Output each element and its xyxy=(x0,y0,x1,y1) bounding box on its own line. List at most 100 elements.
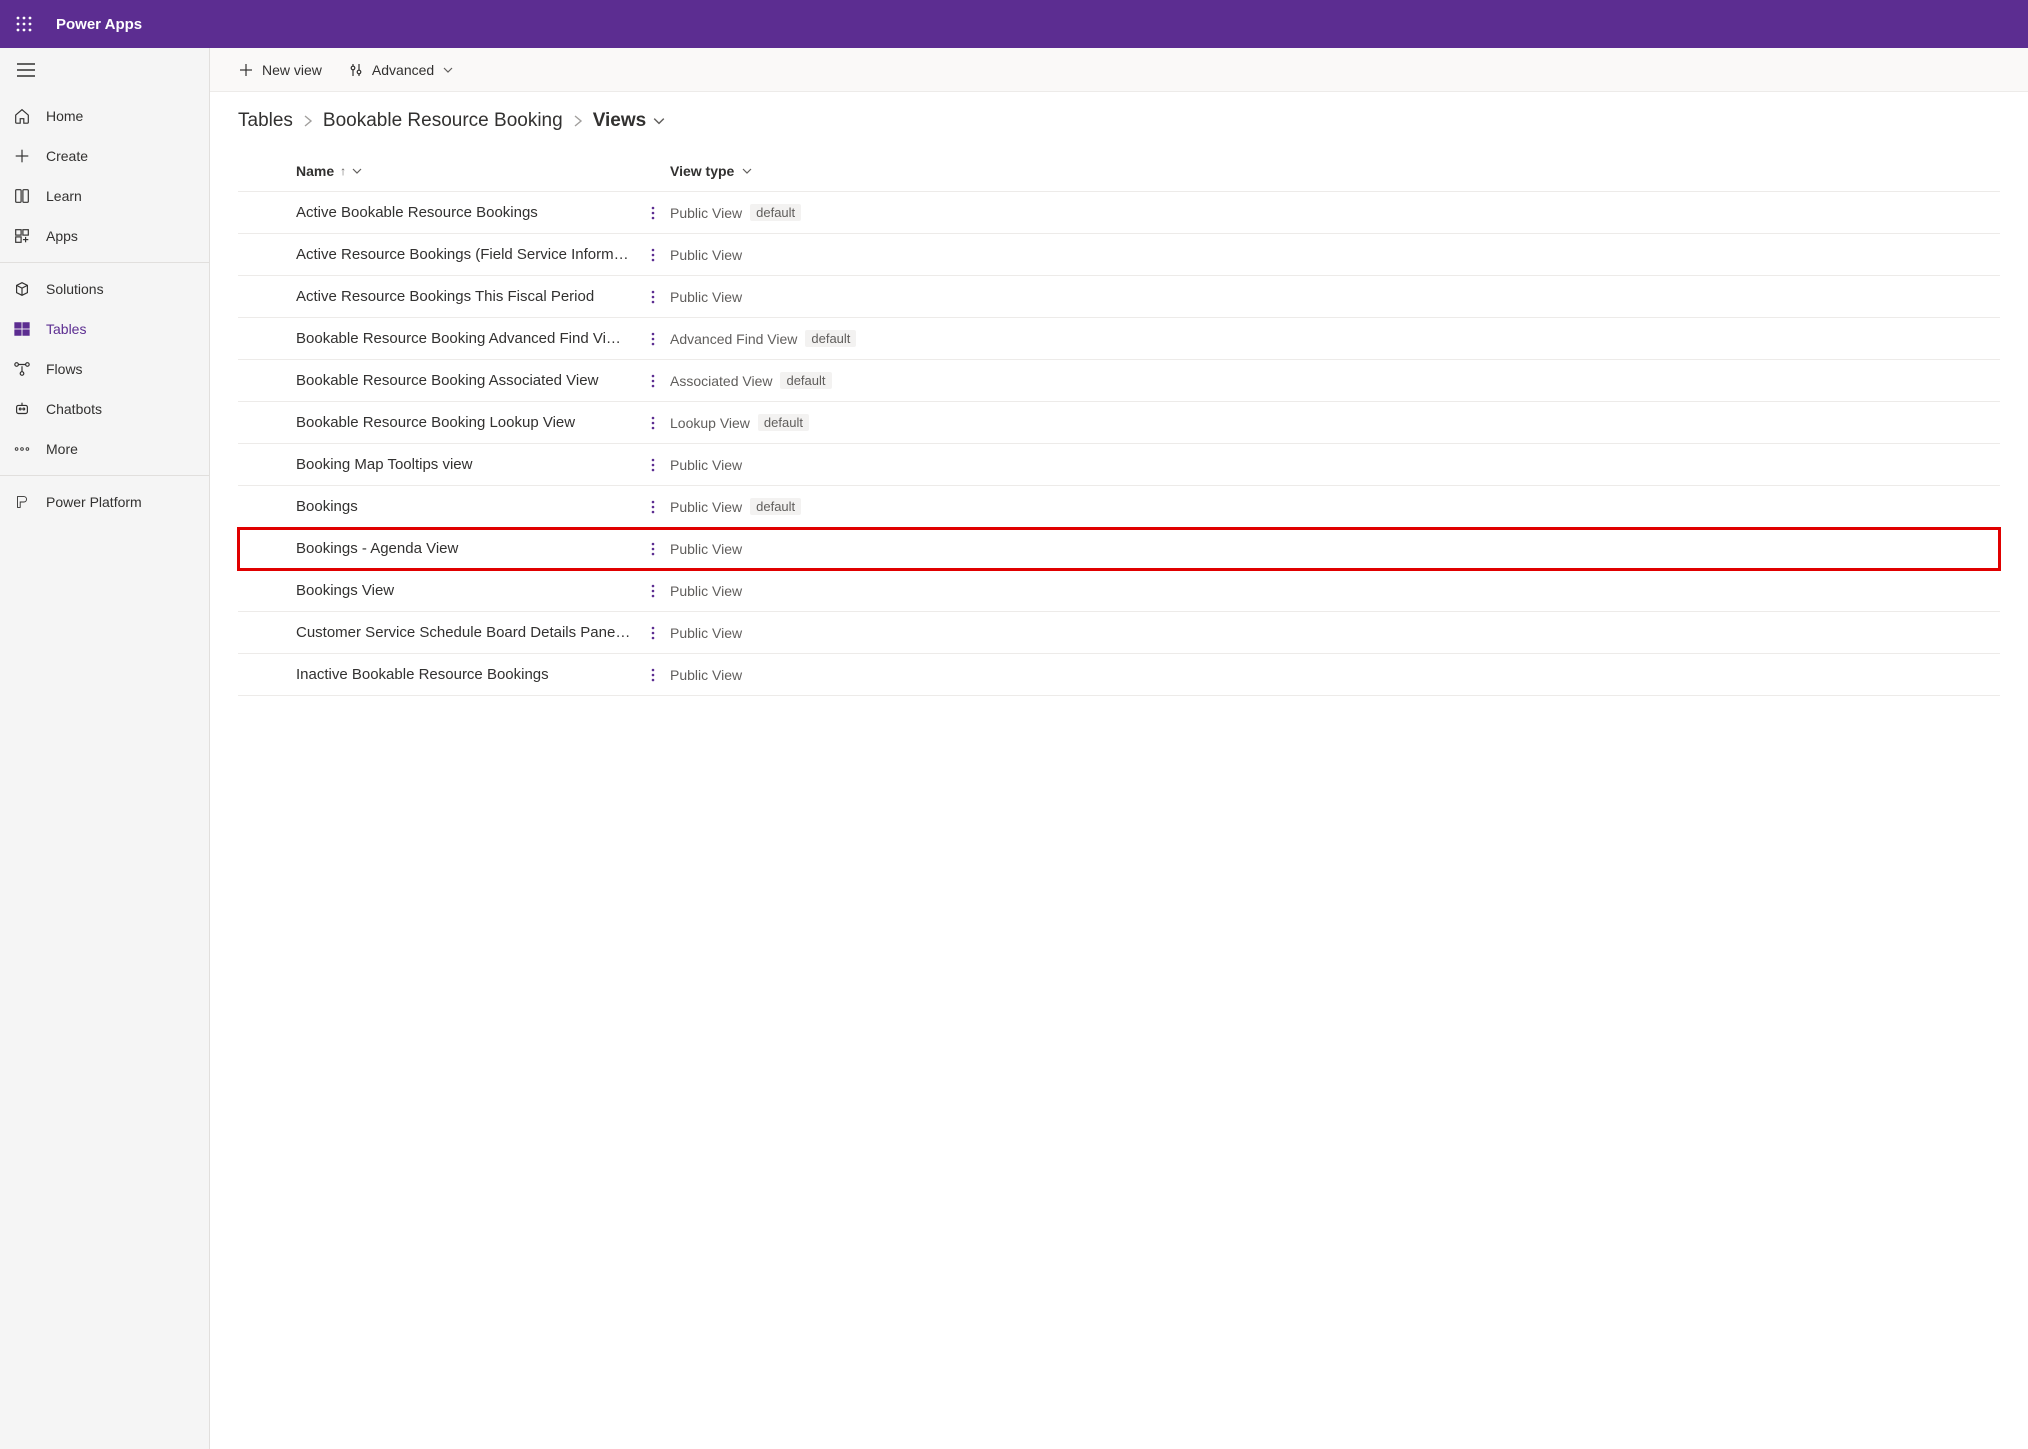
nav-collapse-button[interactable] xyxy=(12,56,40,84)
more-icon xyxy=(12,439,32,459)
cell-name[interactable]: Customer Service Schedule Board Details … xyxy=(296,624,636,641)
default-badge: default xyxy=(780,372,831,389)
home-icon xyxy=(12,106,32,126)
cell-view-type: Public View xyxy=(670,667,920,683)
more-vertical-icon xyxy=(646,625,660,641)
cell-view-type: Advanced Find Viewdefault xyxy=(670,330,920,347)
chatbot-icon xyxy=(12,399,32,419)
row-menu-button[interactable] xyxy=(646,667,660,683)
breadcrumb-current[interactable]: Views xyxy=(593,110,667,132)
grid-row[interactable]: Inactive Bookable Resource Bookings Publi… xyxy=(238,654,2000,696)
row-menu-button[interactable] xyxy=(646,457,660,473)
sort-ascending-icon: ↑ xyxy=(340,164,346,178)
row-menu-button[interactable] xyxy=(646,289,660,305)
plus-icon xyxy=(238,62,254,78)
nav-label: Chatbots xyxy=(46,401,102,417)
nav-item-tables[interactable]: Tables xyxy=(0,309,209,349)
nav-label: Home xyxy=(46,108,83,124)
breadcrumb-entity[interactable]: Bookable Resource Booking xyxy=(323,110,563,132)
more-vertical-icon xyxy=(646,583,660,599)
row-menu-button[interactable] xyxy=(646,541,660,557)
nav-item-apps[interactable]: Apps xyxy=(0,216,209,256)
column-header-name[interactable]: Name ↑ xyxy=(296,163,636,179)
cell-view-type: Public Viewdefault xyxy=(670,498,920,515)
nav-item-flows[interactable]: Flows xyxy=(0,349,209,389)
chevron-right-icon xyxy=(573,114,583,128)
grid-row[interactable]: Bookings ViewPublic View xyxy=(238,570,2000,612)
grid-row[interactable]: Bookable Resource Booking Associated Vie… xyxy=(238,360,2000,402)
cell-name[interactable]: Active Bookable Resource Bookings xyxy=(296,204,636,221)
row-menu-button[interactable] xyxy=(646,499,660,515)
grid-row[interactable]: Bookable Resource Booking Lookup ViewLoo… xyxy=(238,402,2000,444)
nav-item-home[interactable]: Home xyxy=(0,96,209,136)
grid-row[interactable]: Active Resource Bookings This Fiscal Per… xyxy=(238,276,2000,318)
grid-row[interactable]: Active Resource Bookings (Field Service … xyxy=(238,234,2000,276)
waffle-icon xyxy=(16,16,32,32)
column-header-label: Name xyxy=(296,163,334,179)
advanced-button[interactable]: Advanced xyxy=(344,54,458,86)
cell-name[interactable]: Bookable Resource Booking Lookup View xyxy=(296,414,636,431)
grid-row[interactable]: Active Bookable Resource Bookings Public … xyxy=(238,192,2000,234)
new-view-button[interactable]: New view xyxy=(234,54,326,86)
row-menu-button[interactable] xyxy=(646,373,660,389)
views-grid: Name ↑ View type Active Bookable xyxy=(238,150,2000,696)
grid-row[interactable]: Bookings - Agenda View Public View xyxy=(238,528,2000,570)
nav-label: Flows xyxy=(46,361,83,377)
nav-item-solutions[interactable]: Solutions xyxy=(0,269,209,309)
cell-name[interactable]: Bookings View xyxy=(296,582,636,599)
cell-name[interactable]: Bookings - Agenda View xyxy=(296,540,636,557)
more-vertical-icon xyxy=(646,499,660,515)
more-vertical-icon xyxy=(646,373,660,389)
nav-label: Apps xyxy=(46,228,78,244)
row-menu-button[interactable] xyxy=(646,415,660,431)
chevron-down-icon xyxy=(742,166,752,176)
nav-label: Power Platform xyxy=(46,494,142,510)
command-bar: New view Advanced xyxy=(210,48,2028,92)
app-launcher-button[interactable] xyxy=(8,8,40,40)
nav-label: Solutions xyxy=(46,281,104,297)
more-vertical-icon xyxy=(646,457,660,473)
solutions-icon xyxy=(12,279,32,299)
top-header: Power Apps xyxy=(0,0,2028,48)
cell-name[interactable]: Bookable Resource Booking Associated Vie… xyxy=(296,372,636,389)
row-menu-button[interactable] xyxy=(646,247,660,263)
cell-name[interactable]: Active Resource Bookings (Field Service … xyxy=(296,246,636,263)
cell-view-type: Public View xyxy=(670,625,920,641)
nav-item-learn[interactable]: Learn xyxy=(0,176,209,216)
column-header-label: View type xyxy=(670,163,734,179)
nav-label: Create xyxy=(46,148,88,164)
grid-row[interactable]: Booking Map Tooltips viewPublic View xyxy=(238,444,2000,486)
breadcrumb-tables[interactable]: Tables xyxy=(238,110,293,132)
grid-row[interactable]: Bookings Public Viewdefault xyxy=(238,486,2000,528)
nav-label: Tables xyxy=(46,321,86,337)
nav-item-more[interactable]: More xyxy=(0,429,209,469)
apps-icon xyxy=(12,226,32,246)
grid-row[interactable]: Customer Service Schedule Board Details … xyxy=(238,612,2000,654)
cell-name[interactable]: Bookings xyxy=(296,498,636,515)
chevron-down-icon xyxy=(352,166,362,176)
cell-view-type: Public View xyxy=(670,541,920,557)
row-menu-button[interactable] xyxy=(646,625,660,641)
row-menu-button[interactable] xyxy=(646,331,660,347)
row-menu-button[interactable] xyxy=(646,583,660,599)
cell-name[interactable]: Inactive Bookable Resource Bookings xyxy=(296,666,636,683)
power-platform-icon xyxy=(12,492,32,512)
button-label: Advanced xyxy=(372,62,434,78)
cell-view-type: Public Viewdefault xyxy=(670,204,920,221)
nav-item-chatbots[interactable]: Chatbots xyxy=(0,389,209,429)
nav-item-power-platform[interactable]: Power Platform xyxy=(0,482,209,522)
row-menu-button[interactable] xyxy=(646,205,660,221)
nav-item-create[interactable]: Create xyxy=(0,136,209,176)
column-header-view-type[interactable]: View type xyxy=(670,163,920,179)
cell-view-type: Public View xyxy=(670,247,920,263)
nav-divider xyxy=(0,475,209,476)
app-title[interactable]: Power Apps xyxy=(56,16,142,33)
nav-label: Learn xyxy=(46,188,82,204)
cell-name[interactable]: Booking Map Tooltips view xyxy=(296,456,636,473)
more-vertical-icon xyxy=(646,415,660,431)
chevron-right-icon xyxy=(303,114,313,128)
grid-row[interactable]: Bookable Resource Booking Advanced Find … xyxy=(238,318,2000,360)
tables-icon xyxy=(12,319,32,339)
cell-name[interactable]: Active Resource Bookings This Fiscal Per… xyxy=(296,288,636,305)
cell-name[interactable]: Bookable Resource Booking Advanced Find … xyxy=(296,330,636,347)
